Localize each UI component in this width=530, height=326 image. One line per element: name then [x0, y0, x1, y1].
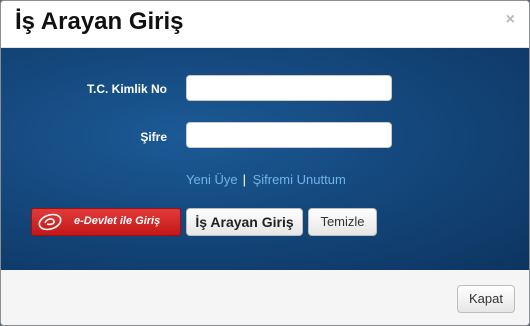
dialog-title: İş Arayan Giriş: [15, 8, 184, 35]
account-links: Yeni Üye | Şifremi Unuttum: [186, 172, 346, 187]
clear-button[interactable]: Temizle: [308, 208, 377, 236]
edevlet-logo-icon: [38, 213, 62, 231]
close-button[interactable]: Kapat: [457, 285, 515, 313]
edevlet-login-label: e-Devlet ile Giriş: [74, 215, 161, 227]
new-member-link[interactable]: Yeni Üye: [186, 172, 238, 187]
login-button[interactable]: İş Arayan Giriş: [186, 208, 303, 236]
password-label: Şifre: [140, 130, 167, 144]
close-icon[interactable]: ×: [506, 12, 515, 28]
dialog-body: T.C. Kimlik No Şifre Yeni Üye | Şifremi U…: [1, 48, 529, 270]
login-dialog: İş Arayan Giriş × T.C. Kimlik No Şifre Y…: [0, 0, 530, 326]
edevlet-login-button[interactable]: e-Devlet ile Giriş: [31, 208, 181, 236]
link-separator: |: [242, 172, 246, 187]
dialog-footer: Kapat: [1, 270, 529, 325]
dialog-header: İş Arayan Giriş ×: [1, 1, 529, 48]
tc-kimlik-input[interactable]: [186, 75, 392, 101]
tc-kimlik-label: T.C. Kimlik No: [86, 82, 167, 96]
password-input[interactable]: [186, 122, 392, 148]
forgot-password-link[interactable]: Şifremi Unuttum: [253, 172, 346, 187]
